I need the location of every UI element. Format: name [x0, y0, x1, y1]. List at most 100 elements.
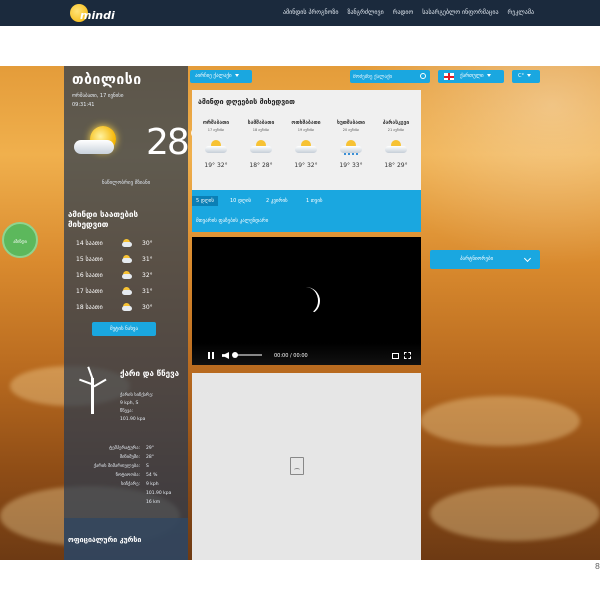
- city-select-label: აირჩიე ქალაქი: [195, 73, 232, 79]
- detail-row: ნოტიოობა: 54 %: [64, 471, 188, 480]
- detail-key: მინიმუმი:: [119, 455, 140, 460]
- partly-cloudy-icon: [72, 124, 128, 160]
- forecast-title: ამინდი დღეების მიხედვით: [198, 98, 295, 106]
- captions-icon[interactable]: [392, 353, 399, 359]
- sun-cloud-icon: [122, 271, 132, 279]
- hour-temp: 31°: [142, 256, 153, 263]
- detail-key: სიჩქარე:: [120, 482, 140, 487]
- day-date: 20 ივნისი: [342, 128, 360, 132]
- site-logo[interactable]: mindi: [70, 3, 115, 23]
- detail-row: სიჩქარე: 9 kph: [64, 480, 188, 489]
- detail-key: [64, 498, 146, 507]
- detail-key: ნოტიოობა:: [115, 473, 140, 478]
- chevron-down-icon: [523, 254, 532, 263]
- fullscreen-icon[interactable]: [404, 352, 411, 359]
- chevron-down-icon: [234, 74, 239, 77]
- nav-long-term[interactable]: ზანგრძლივი: [347, 9, 383, 16]
- rain-cloud-icon: [340, 140, 362, 155]
- sun-cloud-icon: [122, 287, 132, 295]
- nav-advertising[interactable]: რეკლამა: [508, 9, 535, 16]
- day-temps: 19° 33°: [339, 162, 363, 169]
- city-select-dropdown[interactable]: აირჩიე ქალაქი: [190, 70, 252, 83]
- forecast-day[interactable]: პარასკევი 21 ივნისი 18° 29°: [374, 120, 418, 169]
- hour-temp: 30°: [142, 304, 153, 311]
- partly-cloudy-icon: [295, 140, 317, 154]
- nav-useful-info[interactable]: სასარგებლო ინფორმაცია: [422, 9, 498, 16]
- city-search: [350, 70, 430, 83]
- chevron-down-icon: [486, 74, 491, 77]
- day-name: სამშაბათი: [247, 120, 275, 126]
- pressure-label: წნევა:: [120, 409, 134, 414]
- detail-row: 16 km: [64, 498, 188, 507]
- forecast-range-tabs: 5 დღის 10 დღის 2 კვირის 1 თვის მთვარის ფ…: [192, 190, 421, 232]
- wind-turbine-icon: [78, 366, 108, 416]
- top-navbar: mindi ამინდის პროგნოზი ზანგრძლივი რადიო …: [0, 0, 600, 26]
- forecast-day[interactable]: ხუთშაბათი 20 ივნისი 19° 33°: [329, 120, 373, 169]
- chevron-down-icon: [527, 74, 531, 77]
- day-name: პარასკევი: [382, 120, 410, 126]
- main-nav: ამინდის პროგნოზი ზანგრძლივი რადიო სასარგ…: [283, 9, 534, 16]
- moon-calendar-link[interactable]: მთვარის ფაზების კალენდარი: [196, 218, 268, 224]
- detail-value: 101.90 kpa: [146, 491, 172, 496]
- hourly-row: 16 საათი 32°: [76, 268, 176, 282]
- detail-value: 54 %: [146, 473, 158, 478]
- hour-temp: 32°: [142, 272, 153, 279]
- day-date: 21 ივნისი: [387, 128, 405, 132]
- tab-2-weeks[interactable]: 2 კვირის: [266, 198, 288, 204]
- detail-key: [64, 489, 146, 498]
- broken-document-icon: [290, 457, 304, 475]
- language-select[interactable]: ქართული: [438, 70, 504, 83]
- see-more-button[interactable]: მეტის ნახვა: [92, 322, 156, 336]
- tab-1-month[interactable]: 1 თვის: [306, 198, 323, 204]
- day-temps: 18° 28°: [249, 162, 273, 169]
- wind-info: ქარის სიჩქარე: 9 kph, S წნევა: 101.90 kp…: [120, 392, 153, 424]
- hourly-row: 17 საათი 31°: [76, 284, 176, 298]
- day-temps: 19° 32°: [204, 162, 228, 169]
- forecast-day[interactable]: სამშაბათი 18 ივნისი 18° 28°: [239, 120, 283, 169]
- wind-title: ქარი და წნევა: [120, 369, 180, 378]
- wind-speed-label: ქარის სიჩქარე:: [120, 393, 154, 398]
- detail-value: 28°: [146, 455, 154, 460]
- day-name: ხუთშაბათი: [336, 120, 365, 126]
- side-badge[interactable]: ამინდი: [2, 222, 38, 258]
- detail-row: მინიმუმი: 28°: [64, 453, 188, 462]
- unit-select[interactable]: C°: [512, 70, 540, 83]
- partly-cloudy-icon: [385, 140, 407, 154]
- detail-value: S: [146, 464, 149, 469]
- sun-cloud-icon: [122, 239, 132, 247]
- current-date: ორშაბათი, 17 ივნისი 09:31:41: [72, 92, 123, 110]
- hour-label: 17 საათი: [76, 288, 103, 295]
- mute-icon[interactable]: [222, 352, 229, 359]
- day-date: 18 ივნისი: [252, 128, 270, 132]
- hourly-title: ამინდი საათების მიხედვით: [68, 210, 139, 229]
- search-icon[interactable]: [420, 73, 426, 79]
- date-text: ორშაბათი, 17 ივნისი: [72, 93, 124, 99]
- nav-forecast[interactable]: ამინდის პროგნოზი: [283, 9, 338, 16]
- tab-10-days[interactable]: 10 დღის: [230, 198, 251, 204]
- unit-label: C°: [518, 73, 524, 79]
- day-temps: 19° 32°: [294, 162, 318, 169]
- volume-slider[interactable]: [232, 352, 262, 358]
- detail-value: 16 km: [146, 500, 161, 505]
- ad-placeholder: [192, 373, 421, 560]
- volume-knob[interactable]: [232, 352, 238, 358]
- nav-radio[interactable]: რადიო: [393, 9, 414, 16]
- hour-temp: 30°: [142, 240, 153, 247]
- day-name: ოთხშაბათი: [291, 120, 321, 126]
- forecast-day[interactable]: ოთხშაბათი 19 ივნისი 19° 32°: [284, 120, 328, 169]
- sun-cloud-icon: [122, 303, 132, 311]
- wind-speed-value: 9 kph, S: [120, 401, 139, 406]
- pause-button[interactable]: [208, 352, 214, 359]
- detail-value: 9 kph: [146, 482, 159, 487]
- hour-label: 15 საათი: [76, 256, 103, 263]
- forecast-day[interactable]: ორშაბათი 17 ივნისი 19° 32°: [194, 120, 238, 169]
- hourly-row: 14 საათი 30°: [76, 236, 176, 250]
- tab-5-days[interactable]: 5 დღის: [192, 196, 218, 206]
- partners-label: პარტნიორები: [460, 256, 494, 262]
- hourly-row: 15 საათი 31°: [76, 252, 176, 266]
- detail-value: 29°: [146, 446, 154, 451]
- detail-key: ქარის მიმართულება:: [93, 464, 140, 469]
- search-input[interactable]: [353, 72, 417, 81]
- partners-dropdown[interactable]: პარტნიორები: [430, 250, 540, 269]
- video-player[interactable]: 00:00 / 00:00: [192, 237, 421, 365]
